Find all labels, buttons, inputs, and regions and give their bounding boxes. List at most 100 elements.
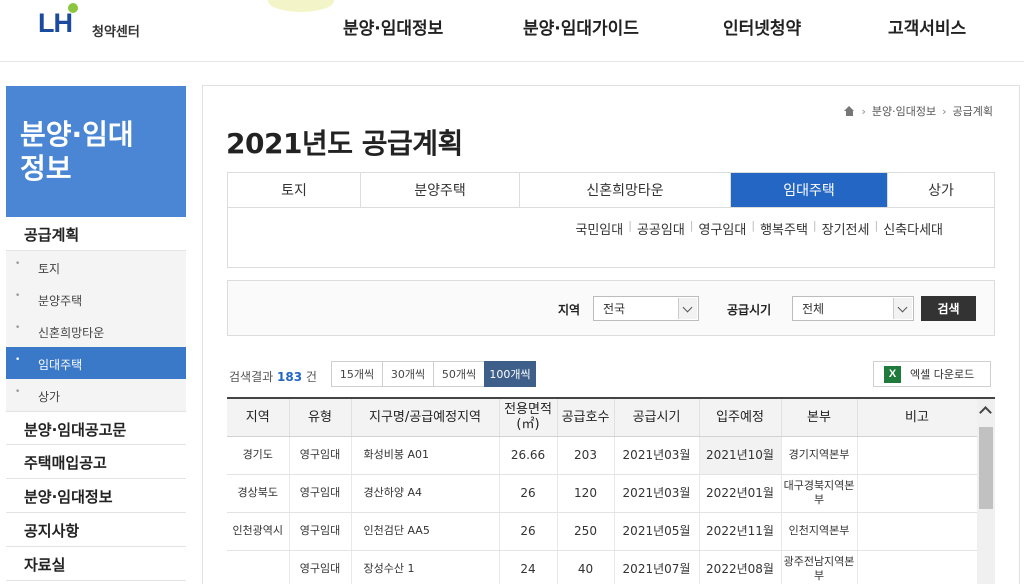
sidebar-sub-list: 토지 분양주택 신혼희망타운 임대주택 상가 bbox=[6, 251, 186, 411]
cell-district[interactable]: 장성수산 1 bbox=[351, 550, 500, 584]
region-select-value: 전국 bbox=[603, 302, 626, 316]
breadcrumb: › 분양·임대정보 › 공급계획 bbox=[844, 103, 993, 119]
per-page-15[interactable]: 15개씩 bbox=[331, 361, 383, 387]
result-suffix: 건 bbox=[305, 370, 317, 384]
cell-area: 26.66 bbox=[499, 436, 558, 475]
sidebar-item-notices[interactable]: 분양·임대공고문 bbox=[6, 411, 186, 445]
sidebar-sub-newlywed-town[interactable]: 신혼희망타운 bbox=[6, 315, 186, 347]
table-header-row: 지역 유형 지구명/공급예정지역 전용면적 (㎡) 공급호수 공급시기 입주예정… bbox=[227, 399, 978, 437]
cell-supply-date: 2021년03월 bbox=[614, 474, 700, 513]
cell-supply-date: 2021년05월 bbox=[614, 512, 700, 551]
logo-text[interactable]: 청약센터 bbox=[92, 21, 140, 40]
cell-supply-date: 2021년03월 bbox=[614, 436, 700, 475]
cell-area: 24 bbox=[499, 550, 558, 584]
header-decoration bbox=[268, 0, 334, 12]
chevron-right-icon: › bbox=[942, 104, 947, 118]
column-header: 전용면적 (㎡) bbox=[499, 399, 558, 437]
period-select[interactable]: 전체 bbox=[792, 296, 914, 321]
cell-units: 40 bbox=[557, 550, 615, 584]
cell-area: 26 bbox=[499, 474, 558, 513]
cell-district[interactable]: 화성비봉 A01 bbox=[351, 436, 500, 475]
logo-mark[interactable]: LH bbox=[38, 8, 73, 39]
region-label: 지역 bbox=[558, 303, 581, 317]
cell-units: 120 bbox=[557, 474, 615, 513]
chevron-up-icon[interactable] bbox=[979, 406, 992, 419]
sidebar-item-supply-plan[interactable]: 공급계획 bbox=[6, 217, 186, 251]
sidebar-item-purchase[interactable]: 주택매입공고 bbox=[6, 445, 186, 479]
subtab-happy-housing[interactable]: 행복주택 bbox=[755, 219, 813, 238]
tab-land[interactable]: 토지 bbox=[228, 173, 361, 207]
table-row[interactable]: 경상북도 영구임대 경산하양 A4 26 120 2021년03월 2022년0… bbox=[227, 474, 978, 513]
sidebar-sub-rental-housing[interactable]: 임대주택 bbox=[6, 347, 186, 379]
nav-item-supply-info[interactable]: 분양·임대정보 bbox=[343, 14, 443, 39]
sidebar-item-info[interactable]: 분양·임대정보 bbox=[6, 479, 186, 513]
chevron-down-icon bbox=[678, 298, 697, 319]
cell-type: 영구임대 bbox=[289, 550, 352, 584]
chevron-down-icon bbox=[893, 298, 912, 319]
column-header: 유형 bbox=[289, 399, 352, 437]
tab-commercial[interactable]: 상가 bbox=[888, 173, 994, 207]
result-number: 183 bbox=[277, 370, 303, 384]
cell-move-in-date: 2021년10월 bbox=[699, 436, 782, 475]
column-header: 입주예정 bbox=[699, 399, 782, 437]
table-scrollbar[interactable] bbox=[977, 399, 995, 584]
excel-download-button[interactable]: X 엑셀 다운로드 bbox=[873, 361, 991, 387]
cell-headquarters: 대구경북지역본부 bbox=[781, 474, 858, 513]
table-row[interactable]: 인천광역시 영구임대 인천검단 AA5 26 250 2021년05월 2022… bbox=[227, 512, 978, 551]
cell-district[interactable]: 경산하양 A4 bbox=[351, 474, 500, 513]
nav-item-customer-service[interactable]: 고객서비스 bbox=[888, 14, 966, 39]
sidebar-sub-commercial[interactable]: 상가 bbox=[6, 379, 186, 411]
category-tabs: 토지 분양주택 신혼희망타운 임대주택 상가 bbox=[227, 172, 995, 208]
search-panel: 지역 전국 공급시기 전체 검색 bbox=[227, 280, 995, 336]
period-select-value: 전체 bbox=[802, 302, 825, 316]
subtab-new-multi-family[interactable]: 신축다세대 bbox=[878, 219, 948, 238]
tab-sale-housing[interactable]: 분양주택 bbox=[361, 173, 520, 207]
sidebar-title: 분양·임대 정보 bbox=[6, 86, 186, 217]
cell-district[interactable]: 인천검단 AA5 bbox=[351, 512, 500, 551]
page-title: 2021년도 공급계획 bbox=[226, 127, 463, 160]
cell-remarks bbox=[857, 474, 978, 513]
sidebar-item-announcements[interactable]: 공지사항 bbox=[6, 513, 186, 547]
result-prefix: 검색결과 bbox=[229, 370, 274, 384]
subtab-national-rental[interactable]: 국민임대 bbox=[570, 219, 628, 238]
subtab-panel: 국민임대 | 공공임대 | 영구임대 | 행복주택 | 장기전세 | 신축다세대 bbox=[227, 208, 995, 268]
scrollbar-thumb[interactable] bbox=[979, 427, 993, 509]
cell-region: 인천광역시 bbox=[227, 512, 290, 551]
sidebar-sub-sale-housing[interactable]: 분양주택 bbox=[6, 283, 186, 315]
breadcrumb-item[interactable]: 공급계획 bbox=[953, 103, 993, 119]
main-content: › 분양·임대정보 › 공급계획 2021년도 공급계획 토지 분양주택 신혼희… bbox=[202, 85, 1020, 584]
table-row[interactable]: 경기도 영구임대 화성비봉 A01 26.66 203 2021년03월 202… bbox=[227, 436, 978, 475]
cell-remarks bbox=[857, 436, 978, 475]
chevron-right-icon: › bbox=[861, 104, 866, 118]
sidebar-sub-land[interactable]: 토지 bbox=[6, 251, 186, 283]
sidebar-title-line1: 분양·임대 bbox=[20, 118, 134, 151]
subtab-long-term-jeonse[interactable]: 장기전세 bbox=[817, 219, 875, 238]
tab-newlywed-town[interactable]: 신혼희망타운 bbox=[520, 173, 731, 207]
breadcrumb-item[interactable]: 분양·임대정보 bbox=[872, 103, 936, 119]
search-button[interactable]: 검색 bbox=[921, 296, 976, 321]
home-icon[interactable] bbox=[844, 106, 855, 116]
per-page-100[interactable]: 100개씩 bbox=[484, 361, 536, 387]
subtab-public-rental[interactable]: 공공임대 bbox=[632, 219, 690, 238]
cell-headquarters: 경기지역본부 bbox=[781, 436, 858, 475]
period-label: 공급시기 bbox=[727, 303, 772, 317]
result-count: 검색결과 183 건 bbox=[229, 368, 317, 385]
cell-remarks bbox=[857, 550, 978, 584]
subtab-permanent-rental[interactable]: 영구임대 bbox=[694, 219, 752, 238]
cell-move-in-date: 2022년01월 bbox=[699, 474, 782, 513]
sidebar-item-archive[interactable]: 자료실 bbox=[6, 547, 186, 581]
column-header: 비고 bbox=[857, 399, 978, 437]
column-header: 지역 bbox=[227, 399, 290, 437]
per-page-30[interactable]: 30개씩 bbox=[382, 361, 434, 387]
column-header: 본부 bbox=[781, 399, 858, 437]
top-header: LH 청약센터 분양·임대정보 분양·임대가이드 인터넷청약 고객서비스 bbox=[0, 0, 1024, 62]
table-row[interactable]: 영구임대 장성수산 1 24 40 2021년07월 2022년08월 광주전남… bbox=[227, 550, 978, 584]
nav-item-guide[interactable]: 분양·임대가이드 bbox=[523, 14, 639, 39]
nav-item-online-apply[interactable]: 인터넷청약 bbox=[723, 14, 801, 39]
tab-rental-housing[interactable]: 임대주택 bbox=[731, 173, 888, 207]
per-page-50[interactable]: 50개씩 bbox=[433, 361, 485, 387]
region-select[interactable]: 전국 bbox=[593, 296, 699, 321]
cell-headquarters: 광주전남지역본부 bbox=[781, 550, 858, 584]
cell-move-in-date: 2022년11월 bbox=[699, 512, 782, 551]
column-header: 지구명/공급예정지역 bbox=[351, 399, 500, 437]
